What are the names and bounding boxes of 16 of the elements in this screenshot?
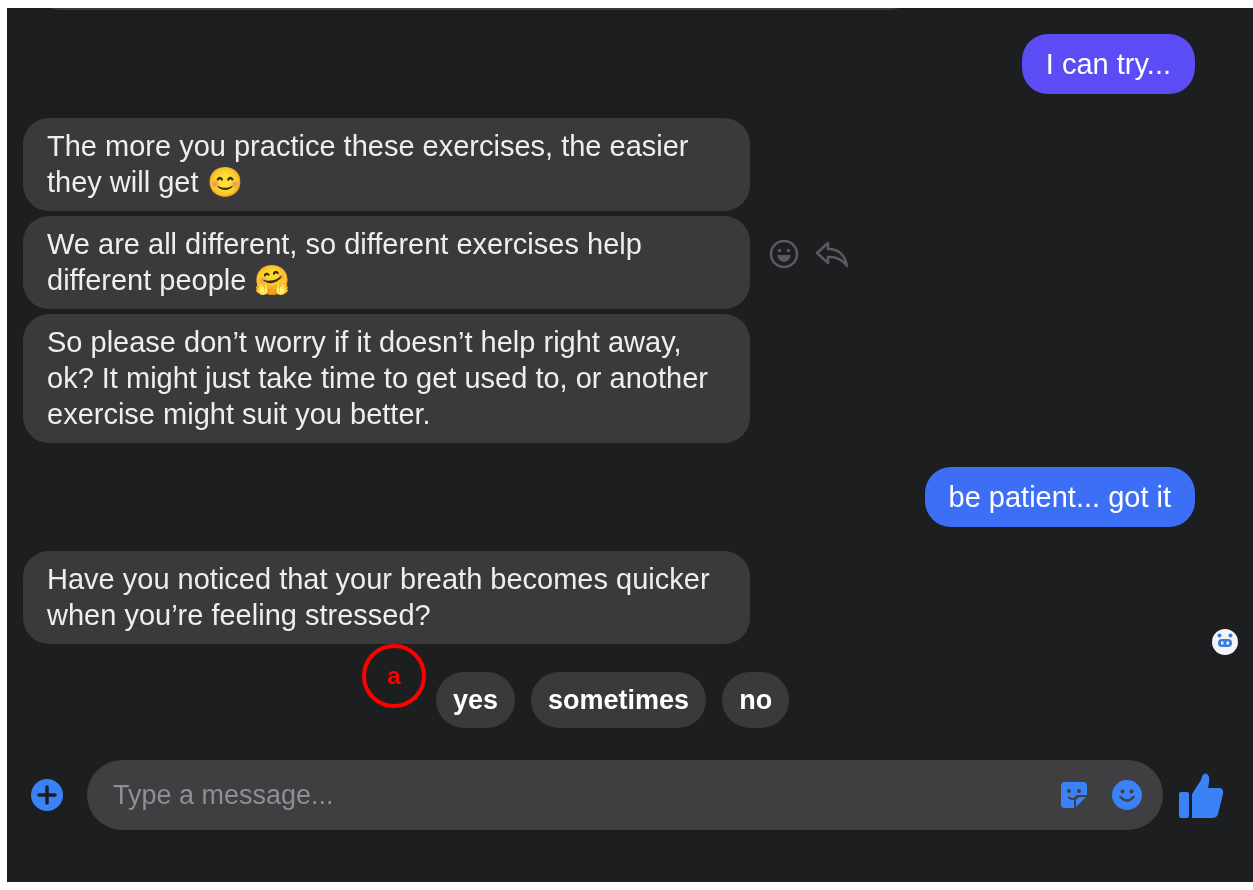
emoji-icon[interactable] — [768, 237, 800, 270]
message-bubble: Have you noticed that your breath becomes quicker when you’re feeling stressed? — [23, 551, 750, 644]
message-input[interactable]: Type a message... — [111, 778, 1037, 812]
quick-reply-button[interactable]: no — [722, 672, 790, 728]
emoji-icon[interactable] — [1111, 779, 1143, 811]
message-bubble: We are all different, so different exercises help different people 🤗 — [23, 216, 750, 309]
annotation-marker: a — [362, 644, 426, 708]
add-icon[interactable] — [31, 779, 63, 811]
quick-reply-button[interactable]: sometimes — [531, 672, 707, 728]
quick-reply-button[interactable]: yes — [436, 672, 516, 728]
message-bubble: So please don’t worry if it doesn’t help right away, ok? It might just take time to get used to, or another exercise might suit you better. — [23, 314, 750, 443]
message-bubble: I can try... — [1021, 34, 1195, 94]
message-bubble: be patient... got it — [924, 467, 1195, 527]
message-bubble: The more you practice these exercises, the easier they will get 😊 — [23, 118, 750, 211]
message-field[interactable]: Type a message... — [87, 760, 1163, 830]
sticker-icon[interactable] — [1059, 780, 1089, 810]
